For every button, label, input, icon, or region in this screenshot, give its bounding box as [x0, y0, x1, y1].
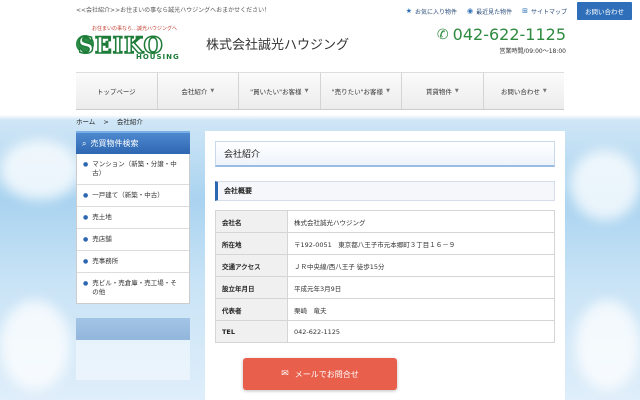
- cloud-decoration: [575, 300, 640, 390]
- company-logo[interactable]: お住まいの事なら…誠光ハウジングへ SEIKO HOUSING: [76, 25, 200, 61]
- nav-label: "売りたい"お客様: [331, 88, 384, 96]
- sidebar-item-mansion[interactable]: ● マンション（新築・分譲・中古）: [77, 154, 189, 185]
- sidebar: ⌕ 売買物件検索 ● マンション（新築・分譲・中古） ● 一戸建て（新築・中古） ●…: [76, 131, 190, 380]
- sitemap-icon: ⊞: [522, 7, 528, 15]
- search-icon: ⌕: [82, 138, 87, 148]
- table-row: 交通アクセス ＪＲ中央線/西八王子 徒歩15分: [215, 254, 555, 277]
- row-value: 栗崎 竜夫: [287, 298, 555, 321]
- table-row: 会社名 株式会社誠光ハウジング: [215, 210, 555, 233]
- nav-label: "買いたい"お客様: [250, 88, 302, 96]
- sitemap-link-label: サイトマップ: [530, 8, 567, 16]
- row-value: ＪＲ中央線/西八王子 徒歩15分: [287, 254, 555, 277]
- nav-label: お問い合わせ: [500, 88, 540, 96]
- logo-subtext: HOUSING: [136, 53, 180, 61]
- recently-viewed-link-label: 最近見た物件: [476, 8, 513, 16]
- row-key: 会社名: [215, 210, 288, 233]
- sidebar-item-label: マンション（新築・分譲・中古）: [92, 160, 177, 177]
- sidebar-item-store[interactable]: ● 売店舗: [77, 229, 189, 251]
- mail-inquiry-label: メールでお問合せ: [294, 369, 359, 379]
- envelope-icon: ✉: [281, 369, 289, 379]
- breadcrumb-current: 会社紹介: [116, 118, 143, 126]
- business-hours: 営業時間/09:00～18:00: [499, 48, 566, 55]
- bullet-icon: ●: [83, 280, 89, 287]
- nav-label: 賃貸物件: [425, 88, 452, 96]
- breadcrumb-home[interactable]: ホーム: [76, 118, 95, 126]
- sidebar-item-label: 売土地: [92, 213, 112, 221]
- nav-item-company[interactable]: 会社紹介 ▼: [158, 73, 239, 109]
- table-row: 設立年月日 平成元年3月9日: [215, 276, 555, 299]
- sidebar-item-other[interactable]: ● 売ビル・売倉庫・売工場・その他: [77, 273, 189, 303]
- phone-number[interactable]: ✆ 042-622-1125: [437, 25, 566, 44]
- cloud-decoration: [0, 300, 70, 390]
- section-title: 会社概要: [215, 181, 555, 201]
- row-value: 〒192-0051 東京都八王子市元本郷町３丁目１６－９: [287, 232, 555, 255]
- nav-label: 会社紹介: [181, 88, 208, 96]
- table-row: TEL 042-622-1125: [215, 320, 555, 343]
- site-header: お住まいの事なら…誠光ハウジングへ SEIKO HOUSING 株式会社誠光ハウ…: [0, 20, 640, 70]
- breadcrumb: ホーム > 会社紹介: [76, 116, 149, 126]
- sidebar-item-label: 売店舗: [92, 235, 112, 243]
- cloud-decoration: [0, 140, 80, 200]
- breadcrumb-separator: >: [103, 118, 109, 126]
- row-key: 所在地: [215, 232, 288, 255]
- nav-item-top[interactable]: トップページ: [76, 73, 158, 109]
- chevron-down-icon: ▼: [454, 88, 459, 94]
- top-links: ★ お気に入り物件 ◉ 最近見た物件 ⊞ サイトマップ お問い合わせ: [406, 2, 632, 20]
- site-tagline: <<会社紹介>>お住まいの事なら誠光ハウジングへおまかせください！: [76, 7, 271, 14]
- bullet-icon: ●: [83, 236, 89, 243]
- logo-tagline: お住まいの事なら…誠光ハウジングへ: [92, 26, 178, 32]
- company-name: 株式会社誠光ハウジング: [206, 38, 350, 53]
- sidebar-list: ● マンション（新築・分譲・中古） ● 一戸建て（新築・中古） ● 売土地 ● 売店舗 …: [76, 154, 190, 304]
- chevron-down-icon: ▼: [304, 88, 309, 94]
- chevron-down-icon: ▼: [386, 88, 390, 94]
- row-value: 042-622-1125: [287, 320, 555, 343]
- recently-viewed-link[interactable]: ◉ 最近見た物件: [467, 7, 512, 16]
- row-value: 株式会社誠光ハウジング: [287, 210, 555, 233]
- sidebar-item-office[interactable]: ● 売事務所: [77, 251, 189, 273]
- row-key: 設立年月日: [215, 276, 288, 299]
- row-key: 代表者: [215, 298, 288, 321]
- favorites-link-label: お気に入り物件: [414, 8, 457, 16]
- table-row: 所在地 〒192-0051 東京都八王子市元本郷町３丁目１６－９: [215, 232, 555, 255]
- row-key: TEL: [215, 320, 288, 343]
- sidebar-title: 売買物件検索: [90, 139, 139, 148]
- row-value: 平成元年3月9日: [287, 276, 555, 299]
- star-icon: ★: [405, 7, 412, 15]
- sidebar-item-house[interactable]: ● 一戸建て（新築・中古）: [77, 185, 189, 207]
- sidebar-item-label: 売事務所: [92, 257, 119, 265]
- sidebar-faded-list: [76, 340, 190, 380]
- cloud-decoration: [570, 150, 640, 220]
- phone-icon: ✆: [436, 26, 449, 43]
- bullet-icon: ●: [83, 192, 89, 199]
- mail-inquiry-button[interactable]: ✉ メールでお問合せ: [243, 358, 397, 390]
- sitemap-link[interactable]: ⊞ サイトマップ: [522, 7, 567, 16]
- company-info-table: 会社名 株式会社誠光ハウジング 所在地 〒192-0051 東京都八王子市元本郷町３…: [215, 210, 555, 343]
- bullet-icon: ●: [83, 214, 89, 221]
- eye-icon: ◉: [466, 7, 474, 15]
- bullet-icon: ●: [83, 258, 89, 265]
- contact-button[interactable]: お問い合わせ: [577, 2, 632, 20]
- sidebar-faded-header: [76, 318, 190, 340]
- nav-label: トップページ: [96, 88, 136, 96]
- sidebar-item-land[interactable]: ● 売土地: [77, 207, 189, 229]
- chevron-down-icon: ▼: [542, 88, 547, 94]
- nav-item-buy[interactable]: "買いたい"お客様 ▼: [239, 73, 321, 109]
- nav-item-sell[interactable]: "売りたい"お客様 ▼: [321, 73, 402, 109]
- nav-item-contact[interactable]: お問い合わせ ▼: [484, 73, 565, 109]
- nav-item-rental[interactable]: 賃貸物件 ▼: [402, 73, 484, 109]
- top-bar: <<会社紹介>>お住まいの事なら誠光ハウジングへおまかせください！ ★ お気に入…: [0, 0, 640, 20]
- table-row: 代表者 栗崎 竜夫: [215, 298, 555, 321]
- sidebar-item-label: 売ビル・売倉庫・売工場・その他: [92, 279, 177, 296]
- chevron-down-icon: ▼: [210, 88, 215, 94]
- bullet-icon: ●: [83, 161, 89, 168]
- sidebar-item-label: 一戸建て（新築・中古）: [92, 191, 164, 199]
- favorites-link[interactable]: ★ お気に入り物件: [406, 7, 457, 16]
- phone-number-text: 042-622-1125: [452, 25, 566, 44]
- main-nav: トップページ 会社紹介 ▼ "買いたい"お客様 ▼ "売りたい"お客様 ▼ 賃貸物件 ▼…: [76, 72, 564, 110]
- sidebar-search-header: ⌕ 売買物件検索: [76, 131, 190, 154]
- page-title: 会社紹介: [215, 141, 555, 167]
- row-key: 交通アクセス: [215, 254, 288, 277]
